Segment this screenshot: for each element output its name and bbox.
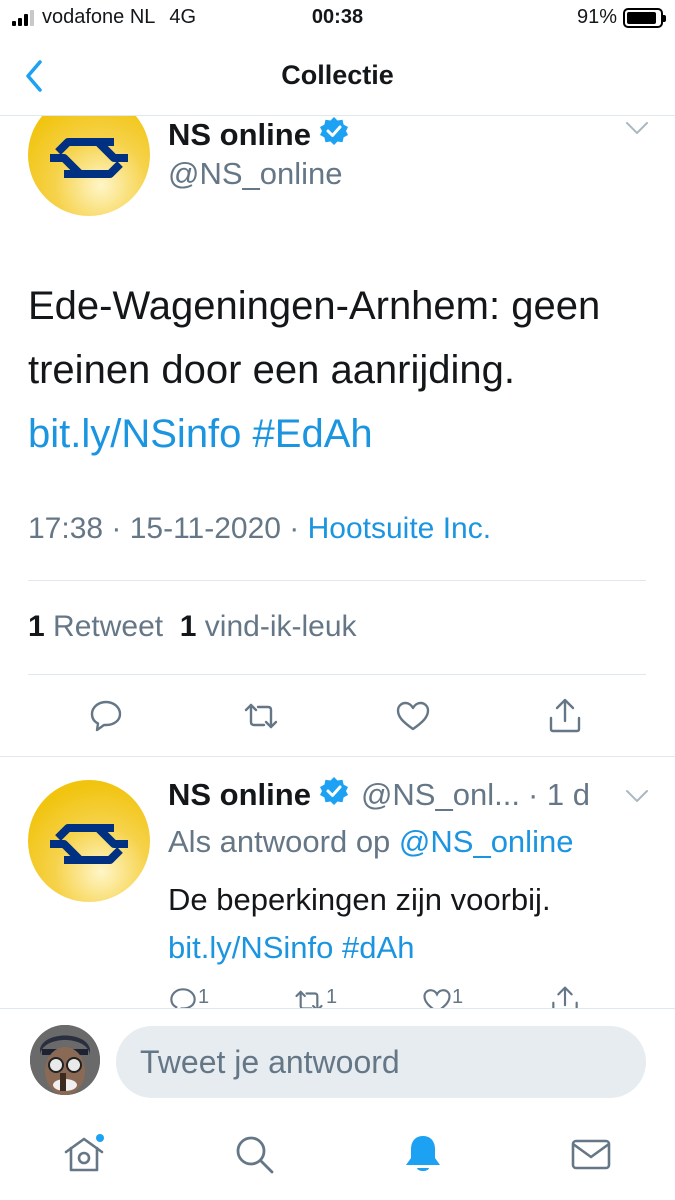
reply-options-button[interactable] — [625, 788, 649, 809]
mail-icon — [571, 1139, 611, 1170]
retweet-icon — [244, 703, 278, 729]
author-name-text: NS online — [168, 117, 311, 152]
like-label: vind-ik-leuk — [204, 610, 357, 643]
reply-to-handle[interactable]: @NS_online — [399, 824, 574, 859]
tweet-body: Ede-Wageningen-Arnhem: geen treinen door… — [28, 284, 601, 392]
reply-hashtag[interactable]: #dAh — [342, 930, 414, 965]
tweet-hashtag[interactable]: #EdAh — [253, 412, 373, 456]
status-bar: vodafone NL 4G 00:38 91% — [0, 0, 675, 36]
reply-reply-count: 1 — [198, 986, 210, 1008]
share-icon — [549, 698, 581, 733]
ns-logo-icon — [28, 780, 150, 902]
divider — [28, 580, 646, 581]
like-stat[interactable]: 1 vind-ik-leuk — [180, 610, 357, 643]
heart-icon — [396, 701, 430, 731]
tweet-actions — [0, 698, 675, 740]
author-name[interactable]: NS online — [168, 116, 349, 154]
divider — [28, 674, 646, 675]
reply-icon — [90, 700, 122, 732]
home-icon — [64, 1134, 104, 1172]
reply-share-button[interactable] — [550, 986, 580, 1010]
reply-to-line: Als antwoord op @NS_online — [168, 824, 573, 860]
reply-retweet-count: 1 — [326, 986, 338, 1008]
search-icon — [236, 1136, 274, 1174]
tab-home[interactable] — [62, 1132, 106, 1176]
author-handle[interactable]: @NS_online — [168, 156, 343, 192]
reply-input[interactable]: Tweet je antwoord — [116, 1026, 646, 1098]
tab-messages[interactable] — [569, 1132, 613, 1176]
tweet-timestamp: 17:38 · 15-11-2020 · — [28, 512, 308, 545]
status-time: 00:38 — [311, 6, 364, 28]
reply-header: NS online @NS_onl... · 1 d — [168, 776, 638, 814]
reply-age: · 1 d — [527, 777, 590, 812]
tweet-source[interactable]: Hootsuite Inc. — [308, 512, 491, 545]
reply-actions: 1 1 1 — [168, 986, 648, 1010]
ns-logo-icon — [28, 112, 150, 216]
reply-to-prefix: Als antwoord op — [168, 824, 399, 859]
share-button[interactable] — [547, 698, 583, 734]
reply-body: De beperkingen zijn voorbij. — [168, 882, 551, 917]
like-button[interactable] — [395, 698, 431, 734]
tweet-link[interactable]: bit.ly/NSinfo — [28, 412, 241, 456]
tweet-meta: 17:38 · 15-11-2020 · Hootsuite Inc. — [28, 512, 491, 546]
reply-link[interactable]: bit.ly/NSinfo — [168, 930, 333, 965]
user-avatar[interactable] — [30, 1025, 100, 1095]
retweet-count: 1 — [28, 610, 45, 643]
battery-icon — [623, 7, 666, 28]
retweet-icon — [295, 990, 323, 1010]
bell-icon — [406, 1136, 440, 1171]
ns-avatar[interactable] — [28, 780, 150, 902]
reply-like-button[interactable]: 1 — [422, 986, 463, 1010]
reply-author-name[interactable]: NS online — [168, 777, 311, 813]
verified-badge-icon — [319, 116, 349, 154]
tab-search[interactable] — [232, 1132, 276, 1176]
tab-notifications[interactable] — [401, 1132, 445, 1176]
chevron-down-icon — [626, 790, 648, 802]
compose-bar: Tweet je antwoord — [0, 1008, 675, 1108]
verified-badge-icon — [319, 776, 349, 814]
heart-icon — [423, 989, 451, 1010]
page-title: Collectie — [281, 60, 394, 90]
nav-bar: Collectie — [0, 36, 675, 116]
ns-avatar[interactable] — [28, 112, 150, 216]
retweet-button[interactable] — [243, 698, 279, 734]
share-icon — [552, 986, 578, 1010]
tab-bar — [0, 1108, 675, 1200]
battery-fill — [627, 11, 657, 24]
tweet-options-button[interactable] — [625, 120, 649, 141]
retweet-label: Retweet — [53, 610, 164, 643]
tweet-text: Ede-Wageningen-Arnhem: geen treinen door… — [28, 274, 658, 466]
status-right: 91% — [576, 6, 666, 29]
like-count: 1 — [179, 610, 197, 643]
reply-author-handle[interactable]: @NS_onl... — [361, 777, 520, 813]
tweet-stats: 1 Retweet 1 vind-ik-leuk — [28, 610, 357, 644]
reply-retweet-button[interactable]: 1 — [292, 986, 337, 1010]
reply-icon — [170, 988, 196, 1010]
reply-button[interactable] — [88, 698, 124, 734]
reply-reply-button[interactable]: 1 — [168, 986, 209, 1010]
chevron-down-icon — [626, 122, 648, 134]
battery-percentage: 91% — [576, 6, 617, 28]
retweet-stat[interactable]: 1 Retweet — [28, 610, 163, 643]
divider — [0, 756, 675, 757]
reply-like-count: 1 — [452, 986, 464, 1008]
reply-text: De beperkingen zijn voorbij. bit.ly/NSin… — [168, 876, 648, 972]
reply-input-placeholder: Tweet je antwoord — [140, 1043, 400, 1080]
